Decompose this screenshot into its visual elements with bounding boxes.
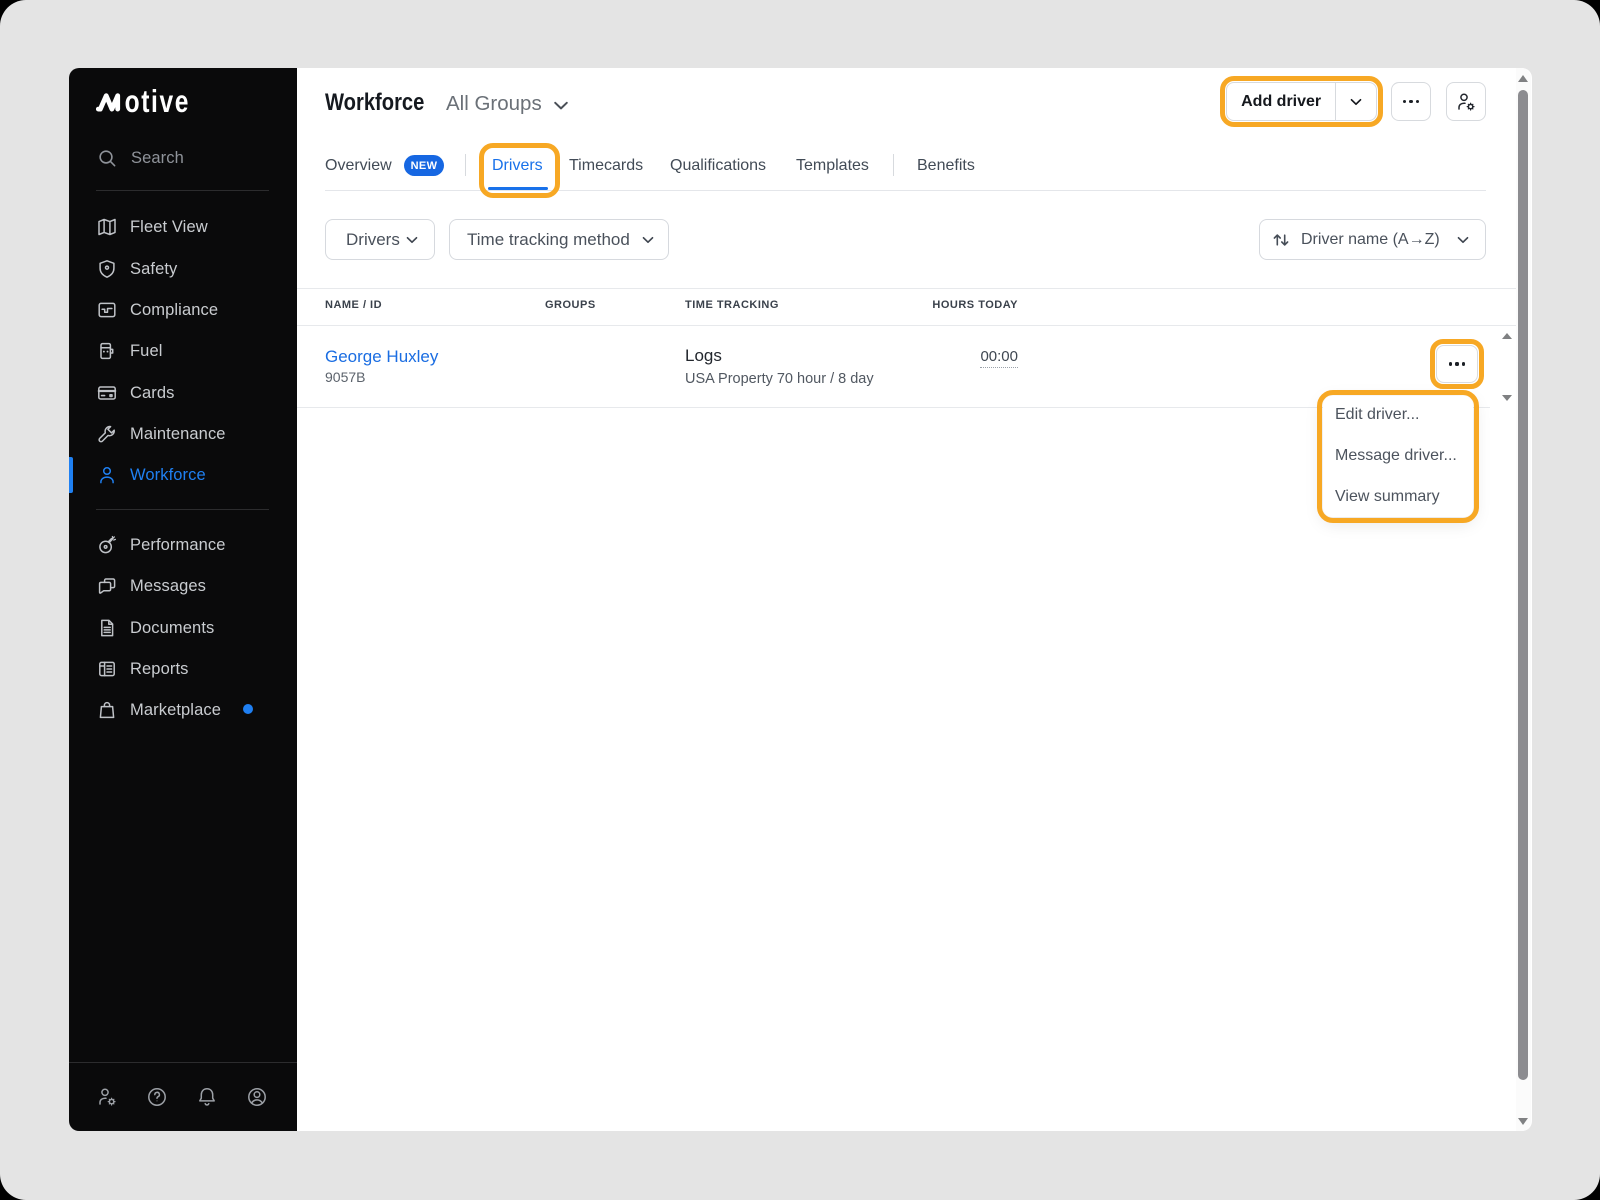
svg-text:otive: otive: [125, 85, 191, 118]
